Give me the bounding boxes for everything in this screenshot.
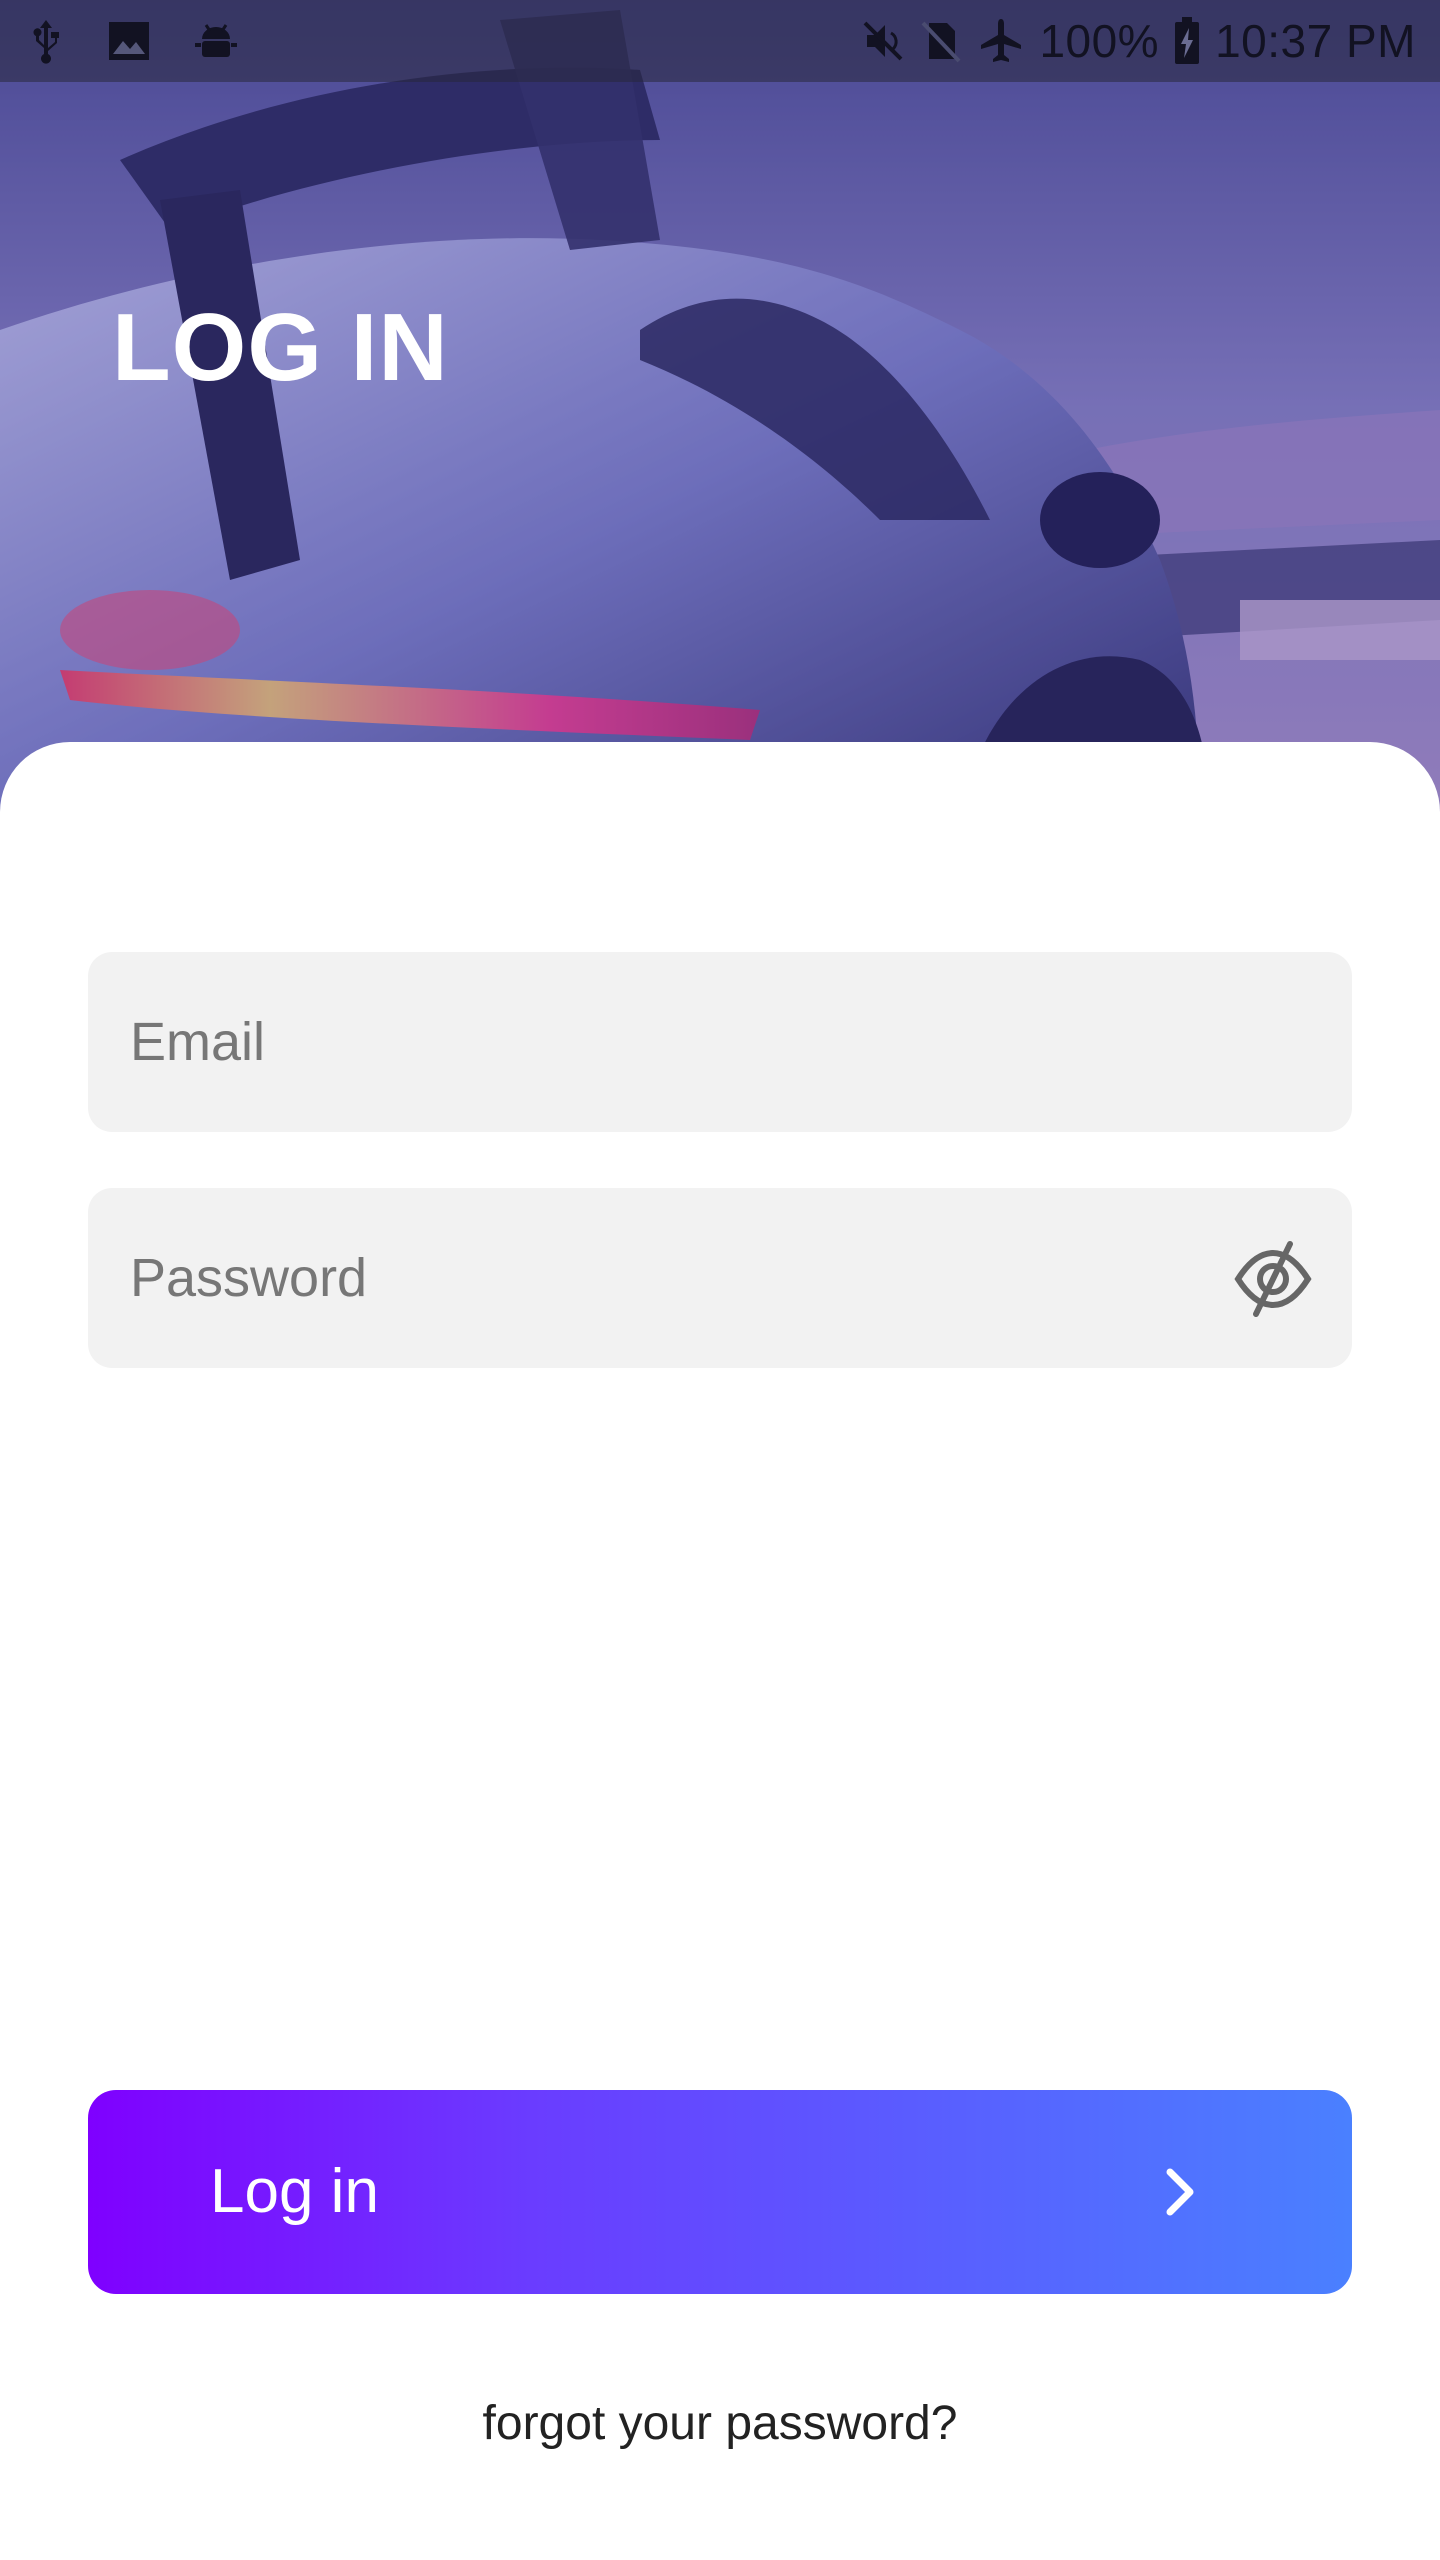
- image-icon: [108, 21, 150, 61]
- hero-background: [0, 0, 1440, 820]
- password-field-container: [88, 1188, 1352, 1368]
- forgot-password-link[interactable]: forgot your password?: [0, 2396, 1440, 2451]
- eye-off-icon[interactable]: [1232, 1238, 1314, 1320]
- usb-icon: [28, 18, 64, 64]
- battery-percent: 100%: [1039, 15, 1160, 67]
- page-title: LOG IN: [112, 294, 449, 401]
- chevron-right-icon: [1154, 2166, 1206, 2218]
- mute-icon: [861, 19, 905, 63]
- battery-charging-icon: [1173, 16, 1201, 66]
- no-sim-icon: [919, 19, 963, 63]
- status-bar: 100% 10:37 PM: [0, 0, 1440, 82]
- airplane-icon: [977, 17, 1025, 65]
- login-button-label: Log in: [210, 2157, 379, 2226]
- email-input[interactable]: [88, 952, 1352, 1132]
- login-button[interactable]: Log in: [88, 2090, 1352, 2294]
- status-time: 10:37 PM: [1215, 15, 1416, 67]
- password-input[interactable]: [88, 1188, 1352, 1368]
- email-field-container: [88, 952, 1352, 1132]
- android-debug-icon: [194, 19, 238, 63]
